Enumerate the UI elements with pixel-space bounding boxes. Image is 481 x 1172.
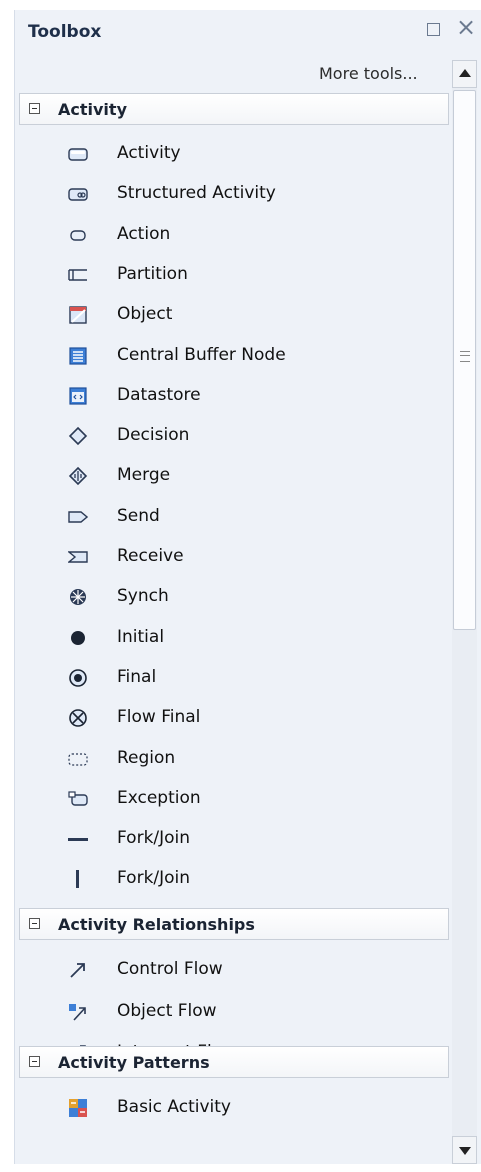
basic-activity-icon: [68, 1098, 88, 1118]
item-label: Merge: [117, 465, 171, 485]
object-flow-icon: [68, 1002, 88, 1022]
item-label: Control Flow: [117, 959, 223, 979]
group-header-activity[interactable]: Activity: [19, 93, 449, 125]
item-label: Flow Final: [117, 707, 201, 727]
item-label: Synch: [117, 586, 169, 606]
initial-icon: [68, 628, 88, 648]
group-title: Activity Relationships: [58, 915, 255, 934]
toolbox-item-object-flow[interactable]: Object Flow: [55, 993, 445, 1031]
action-icon: [68, 225, 88, 245]
group-title: Activity Patterns: [58, 1053, 210, 1072]
toolbox-item-merge[interactable]: Merge: [55, 457, 445, 495]
toolbox-panel: Toolbox × More tools... Activity Activity…: [14, 10, 481, 1164]
toolbox-item-structured-activity[interactable]: Structured Activity: [55, 175, 445, 213]
toolbox-item-partition[interactable]: Partition: [55, 256, 445, 294]
item-label: Activity: [117, 143, 181, 163]
partition-icon: [68, 265, 88, 285]
region-icon: [68, 749, 88, 769]
activity-icon: [68, 144, 88, 164]
scroll-up-button[interactable]: [452, 60, 477, 88]
group-header-activity-relationships[interactable]: Activity Relationships: [19, 908, 449, 940]
fork-join-horizontal-icon: [68, 829, 88, 849]
more-tools-link[interactable]: More tools...: [319, 64, 418, 83]
decision-icon: [68, 426, 88, 446]
flow-final-icon: [68, 708, 88, 728]
toolbox-item-send[interactable]: Send: [55, 498, 445, 536]
object-icon: [68, 305, 88, 325]
item-label: Fork/Join: [117, 868, 191, 888]
collapse-icon[interactable]: [29, 1056, 40, 1067]
collapse-icon[interactable]: [29, 103, 40, 114]
item-label: Receive: [117, 546, 184, 566]
scroll-down-button[interactable]: [452, 1136, 477, 1164]
toolbox-item-initial[interactable]: Initial: [55, 619, 445, 657]
receive-icon: [68, 547, 88, 567]
toolbox-item-flow-final[interactable]: Flow Final: [55, 699, 445, 737]
toolbox-item-decision[interactable]: Decision: [55, 417, 445, 455]
item-label: Structured Activity: [117, 183, 276, 203]
scrollbar-thumb[interactable]: [453, 90, 476, 630]
item-label: Action: [117, 224, 171, 244]
item-label: Object Flow: [117, 1001, 217, 1021]
toolbox-item-control-flow[interactable]: Control Flow: [55, 951, 445, 989]
toolbox-item-action[interactable]: Action: [55, 216, 445, 254]
item-label: Decision: [117, 425, 190, 445]
item-label: Central Buffer Node: [117, 345, 286, 365]
title-bar: Toolbox ×: [15, 10, 481, 54]
structured-activity-icon: [68, 184, 88, 204]
grip-icon: [460, 351, 470, 362]
item-label: Partition: [117, 264, 188, 284]
panel-title: Toolbox: [28, 22, 102, 42]
toolbox-item-final[interactable]: Final: [55, 659, 445, 697]
item-label: Region: [117, 748, 176, 768]
toolbox-window: Toolbox × More tools... Activity Activity…: [0, 0, 481, 1172]
item-label: Send: [117, 506, 160, 526]
datastore-icon: [68, 386, 88, 406]
toolbox-item-synch[interactable]: Synch: [55, 578, 445, 616]
collapse-icon[interactable]: [29, 918, 40, 929]
item-label: Basic Activity: [117, 1097, 231, 1117]
item-label: Object: [117, 304, 173, 324]
toolbox-item-fork-join-horizontal[interactable]: Fork/Join: [55, 820, 445, 858]
close-icon[interactable]: ×: [456, 15, 476, 39]
arrow-up-icon: [459, 69, 471, 77]
central-buffer-node-icon: [68, 346, 88, 366]
toolbox-item-activity[interactable]: Activity: [55, 135, 445, 173]
toolbox-item-fork-join-vertical[interactable]: Fork/Join: [55, 860, 445, 898]
item-label: Fork/Join: [117, 828, 191, 848]
group-header-activity-patterns[interactable]: Activity Patterns: [19, 1046, 449, 1078]
final-icon: [68, 668, 88, 688]
merge-icon: [68, 466, 88, 486]
toolbox-item-object[interactable]: Object: [55, 296, 445, 334]
control-flow-icon: [68, 960, 88, 980]
group-title: Activity: [58, 100, 127, 119]
toolbox-item-exception[interactable]: Exception: [55, 780, 445, 818]
item-label: Final: [117, 667, 157, 687]
toolbox-item-datastore[interactable]: Datastore: [55, 377, 445, 415]
toolbox-item-central-buffer-node[interactable]: Central Buffer Node: [55, 337, 445, 375]
send-icon: [68, 507, 88, 527]
item-label: Exception: [117, 788, 201, 808]
float-window-icon[interactable]: [427, 23, 440, 36]
toolbox-item-region[interactable]: Region: [55, 740, 445, 778]
toolbox-item-receive[interactable]: Receive: [55, 538, 445, 576]
synch-icon: [68, 587, 88, 607]
arrow-down-icon: [459, 1147, 471, 1155]
toolbox-item-basic-activity[interactable]: Basic Activity: [55, 1089, 445, 1127]
vertical-scrollbar[interactable]: [452, 60, 477, 1164]
item-label: Datastore: [117, 385, 201, 405]
exception-icon: [68, 789, 88, 809]
item-label: Initial: [117, 627, 165, 647]
fork-join-vertical-icon: [68, 869, 88, 889]
